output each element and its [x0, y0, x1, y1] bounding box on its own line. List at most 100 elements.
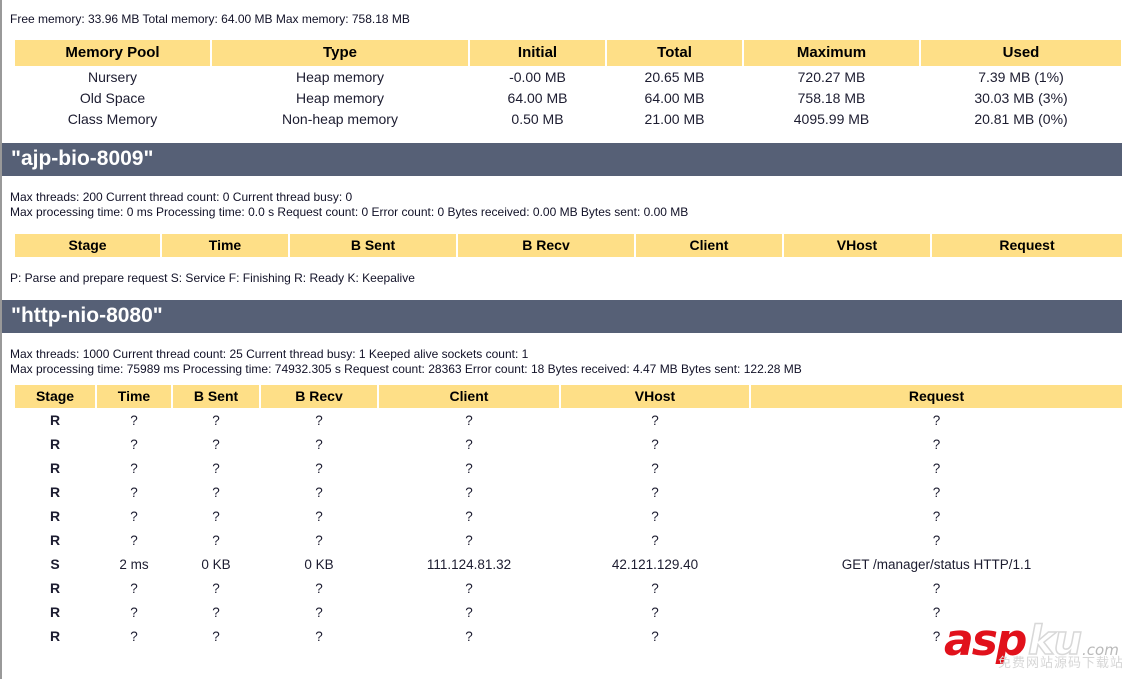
memory-pool-total: 20.65 MB: [607, 66, 742, 87]
request-table-http-nio-8080: Stage Time B Sent B Recv Client VHost Re…: [13, 385, 1122, 648]
memory-pool-total: 64.00 MB: [607, 87, 742, 108]
cell-vhost: ?: [561, 624, 749, 648]
column-header-time: Time: [162, 234, 288, 257]
column-header-time: Time: [97, 385, 171, 408]
cell-time: ?: [97, 432, 171, 456]
cell-request: ?: [751, 480, 1122, 504]
table-row: R??????: [15, 456, 1122, 480]
table-row: R??????: [15, 576, 1122, 600]
cell-stage: R: [15, 624, 95, 648]
cell-vhost: ?: [561, 600, 749, 624]
watermark-subtitle-text: 免费网站源码下载站!: [998, 656, 1122, 671]
memory-pool-name: Nursery: [15, 66, 210, 87]
cell-bytes-sent: 0 KB: [173, 552, 259, 576]
column-header-request: Request: [932, 234, 1122, 257]
memory-pool-name: Class Memory: [15, 108, 210, 129]
column-header-brecv: B Recv: [261, 385, 377, 408]
memory-pool-used: 30.03 MB (3%): [921, 87, 1121, 108]
memory-pool-maximum: 720.27 MB: [744, 66, 919, 87]
column-header-client: Client: [379, 385, 559, 408]
cell-stage: R: [15, 504, 95, 528]
cell-bytes-sent: ?: [173, 480, 259, 504]
cell-vhost: ?: [561, 408, 749, 432]
cell-stage: R: [15, 432, 95, 456]
cell-time: ?: [97, 480, 171, 504]
cell-stage: R: [15, 576, 95, 600]
cell-client: ?: [379, 480, 559, 504]
column-header-request: Request: [751, 385, 1122, 408]
cell-request: ?: [751, 624, 1122, 648]
column-header-client: Client: [636, 234, 782, 257]
cell-bytes-recv: ?: [261, 600, 377, 624]
memory-pool-type: Heap memory: [212, 87, 468, 108]
cell-bytes-sent: ?: [173, 504, 259, 528]
cell-time: ?: [97, 600, 171, 624]
cell-stage: R: [15, 528, 95, 552]
connector-request-stats-ajp: Max processing time: 0 ms Processing tim…: [10, 205, 689, 219]
cell-bytes-recv: ?: [261, 432, 377, 456]
memory-pool-used: 7.39 MB (1%): [921, 66, 1121, 87]
cell-bytes-sent: ?: [173, 408, 259, 432]
cell-stage: R: [15, 480, 95, 504]
memory-pool-name: Old Space: [15, 87, 210, 108]
memory-pool-initial: 0.50 MB: [470, 108, 605, 129]
table-row: R??????: [15, 528, 1122, 552]
cell-request: ?: [751, 408, 1122, 432]
cell-client: ?: [379, 504, 559, 528]
memory-pool-maximum: 4095.99 MB: [744, 108, 919, 129]
memory-pool-initial: 64.00 MB: [470, 87, 605, 108]
column-header-stage: Stage: [15, 385, 95, 408]
cell-client: ?: [379, 528, 559, 552]
column-header-initial: Initial: [470, 40, 605, 66]
request-table-body-http: R?????? R?????? R?????? R?????? R?????? R????…: [15, 408, 1122, 648]
cell-request: ?: [751, 504, 1122, 528]
stage-legend-ajp: P: Parse and prepare request S: Service …: [10, 271, 415, 285]
column-header-bsent: B Sent: [290, 234, 456, 257]
cell-stage: R: [15, 408, 95, 432]
cell-vhost: ?: [561, 504, 749, 528]
column-header-used: Used: [921, 40, 1121, 66]
connector-thread-stats-http: Max threads: 1000 Current thread count: …: [10, 347, 529, 361]
cell-vhost: ?: [561, 576, 749, 600]
column-header-stage: Stage: [15, 234, 160, 257]
tomcat-status-page: Free memory: 33.96 MB Total memory: 64.0…: [2, 0, 1122, 679]
cell-bytes-sent: ?: [173, 432, 259, 456]
table-row: Class Memory Non-heap memory 0.50 MB 21.…: [15, 108, 1121, 129]
memory-pool-initial: -0.00 MB: [470, 66, 605, 87]
cell-time: ?: [97, 528, 171, 552]
table-row: R??????: [15, 600, 1122, 624]
column-header-vhost: VHost: [784, 234, 930, 257]
cell-vhost: ?: [561, 480, 749, 504]
table-row: R??????: [15, 624, 1122, 648]
memory-pool-type: Heap memory: [212, 66, 468, 87]
table-row: Nursery Heap memory -0.00 MB 20.65 MB 72…: [15, 66, 1121, 87]
memory-pool-header-row: Memory Pool Type Initial Total Maximum U…: [15, 40, 1121, 66]
cell-bytes-sent: ?: [173, 576, 259, 600]
connector-thread-stats-ajp: Max threads: 200 Current thread count: 0…: [10, 190, 353, 204]
cell-bytes-sent: ?: [173, 528, 259, 552]
cell-client: ?: [379, 576, 559, 600]
column-header-maximum: Maximum: [744, 40, 919, 66]
table-row: R??????: [15, 432, 1122, 456]
cell-bytes-recv: ?: [261, 576, 377, 600]
cell-bytes-recv: ?: [261, 528, 377, 552]
cell-time: ?: [97, 504, 171, 528]
cell-request: ?: [751, 432, 1122, 456]
memory-pool-table: Memory Pool Type Initial Total Maximum U…: [13, 40, 1122, 129]
cell-client: 111.124.81.32: [379, 552, 559, 576]
cell-client: ?: [379, 408, 559, 432]
cell-client: ?: [379, 432, 559, 456]
cell-time: ?: [97, 456, 171, 480]
table-row: R??????: [15, 408, 1122, 432]
column-header-bsent: B Sent: [173, 385, 259, 408]
request-header-row-ajp: Stage Time B Sent B Recv Client VHost Re…: [15, 234, 1122, 257]
table-row: R??????: [15, 504, 1122, 528]
cell-bytes-recv: ?: [261, 408, 377, 432]
cell-bytes-recv: ?: [261, 456, 377, 480]
column-header-type: Type: [212, 40, 468, 66]
cell-stage: R: [15, 456, 95, 480]
cell-client: ?: [379, 456, 559, 480]
table-row: R??????: [15, 480, 1122, 504]
cell-bytes-recv: ?: [261, 480, 377, 504]
cell-time: ?: [97, 624, 171, 648]
